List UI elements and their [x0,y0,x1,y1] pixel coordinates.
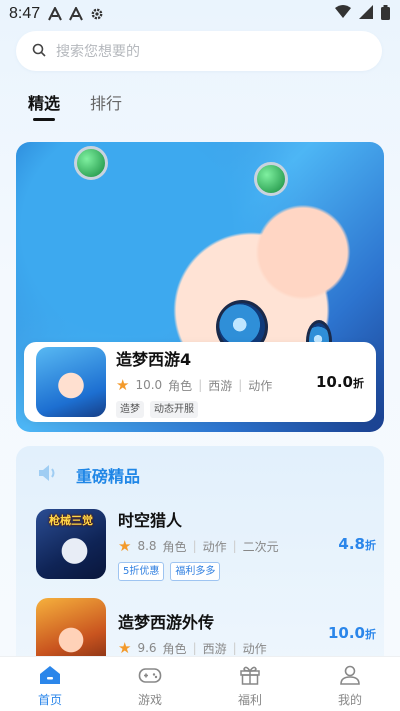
tabbar-home[interactable]: 首页 [0,657,100,711]
search-icon [32,42,46,61]
tabbar-games[interactable]: 游戏 [100,657,200,711]
tabbar-label: 游戏 [137,693,162,707]
game-tags: 造梦 动态开服 [116,401,316,418]
star-icon: ★ [118,639,132,657]
divider: | [238,378,243,392]
discount-unit: 折 [365,628,376,641]
tabbar-label: 我的 [337,693,362,707]
search-placeholder: 搜索您想要的 [56,44,140,60]
settings-gear-icon [90,7,104,21]
font-a-icon [69,7,84,21]
tag-chip: 造梦 [116,401,144,418]
game-title: 造梦西游4 [116,350,192,369]
search-bar[interactable]: 搜索您想要的 [16,31,382,71]
game-icon-skls: 枪械三觉 [36,509,106,579]
status-right [335,4,390,24]
banner-game-info: 造梦西游4 ★ 10.0 角色 | 西游 | 动作 造梦 动态开服 [116,346,316,418]
game-meta: ★ 8.8 角色 | 动作 | 二次元 [118,537,338,555]
divider: | [232,641,237,655]
star-icon: ★ [116,376,130,394]
star-icon: ★ [118,537,132,555]
discount-value: 4.8 [338,535,365,553]
game-meta: ★ 10.0 角色 | 西游 | 动作 [116,376,316,394]
game-info: 造梦西游外传 ★ 9.6 角色 | 西游 | 动作 [118,609,328,657]
divider: | [192,641,197,655]
bottom-tab-bar: 首页 游戏 福利 我的 [0,656,400,711]
battery-icon [381,4,390,24]
game-genre: 西游 [202,641,227,656]
status-bar: 8:47 [0,0,400,28]
game-icon-zmxy4 [36,347,106,417]
game-meta: ★ 9.6 角色 | 西游 | 动作 [118,639,328,657]
tag-chip: 福利多多 [170,562,221,581]
banner-game-card[interactable]: 造梦西游4 ★ 10.0 角色 | 西游 | 动作 造梦 动态开服 10.0折 [24,342,376,422]
game-genre: 角色 [162,641,187,656]
home-icon [39,665,61,691]
game-title: 造梦西游外传 [118,613,215,632]
game-genre: 动作 [248,378,273,393]
game-rating: 8.8 [137,539,157,553]
game-info: 时空猎人 ★ 8.8 角色 | 动作 | 二次元 5折优惠 福利多多 [118,507,338,581]
tab-featured[interactable]: 精选 [28,90,60,120]
tag-chip: 动态开服 [150,401,198,418]
divider: | [192,539,197,553]
tabbar-label: 福利 [237,693,262,707]
wifi-icon [335,5,351,23]
gamepad-icon [138,665,162,691]
divider: | [198,378,203,392]
icon-badge-text: 枪械三觉 [49,514,93,527]
gift-icon [239,665,261,691]
section-title: 重磅精品 [76,467,141,486]
game-discount: 10.0折 [316,373,364,391]
tabbar-profile[interactable]: 我的 [300,657,400,711]
game-rating: 9.6 [137,641,157,655]
game-genre: 动作 [242,641,267,656]
tabbar-benefits[interactable]: 福利 [200,657,300,711]
game-row[interactable]: 枪械三觉 时空猎人 ★ 8.8 角色 | 动作 | 二次元 5折优惠 福利多多 … [36,507,376,581]
game-genre: 动作 [202,539,227,554]
discount-value: 10.0 [315,373,353,391]
discount-unit: 折 [365,539,376,552]
banner-gem-art [74,146,108,180]
tag-chip: 5折优惠 [118,562,165,581]
game-tags: 5折优惠 福利多多 [118,562,338,581]
game-title: 时空猎人 [118,511,183,530]
user-icon [339,665,361,691]
game-discount: 10.0折 [328,624,376,642]
discount-unit: 折 [353,377,364,390]
top-tabs: 精选 排行 [28,90,122,120]
game-genre: 西游 [208,378,233,393]
game-discount: 4.8折 [338,535,376,553]
game-genre: 二次元 [242,539,279,554]
banner-gem-art [254,162,288,196]
speaker-icon [38,464,58,486]
status-time: 8:47 [9,5,41,22]
game-genre: 角色 [162,539,187,554]
section-header: 重磅精品 [38,463,140,487]
game-rating: 10.0 [135,378,163,392]
discount-value: 10.0 [327,624,365,642]
game-genre: 角色 [168,378,193,393]
tabbar-label: 首页 [37,693,62,707]
font-a-icon [48,7,63,21]
premium-section: 重磅精品 枪械三觉 时空猎人 ★ 8.8 角色 | 动作 | 二次元 5折优惠 … [16,446,384,676]
signal-icon [359,5,373,23]
divider: | [232,539,237,553]
tab-ranking[interactable]: 排行 [90,90,122,120]
